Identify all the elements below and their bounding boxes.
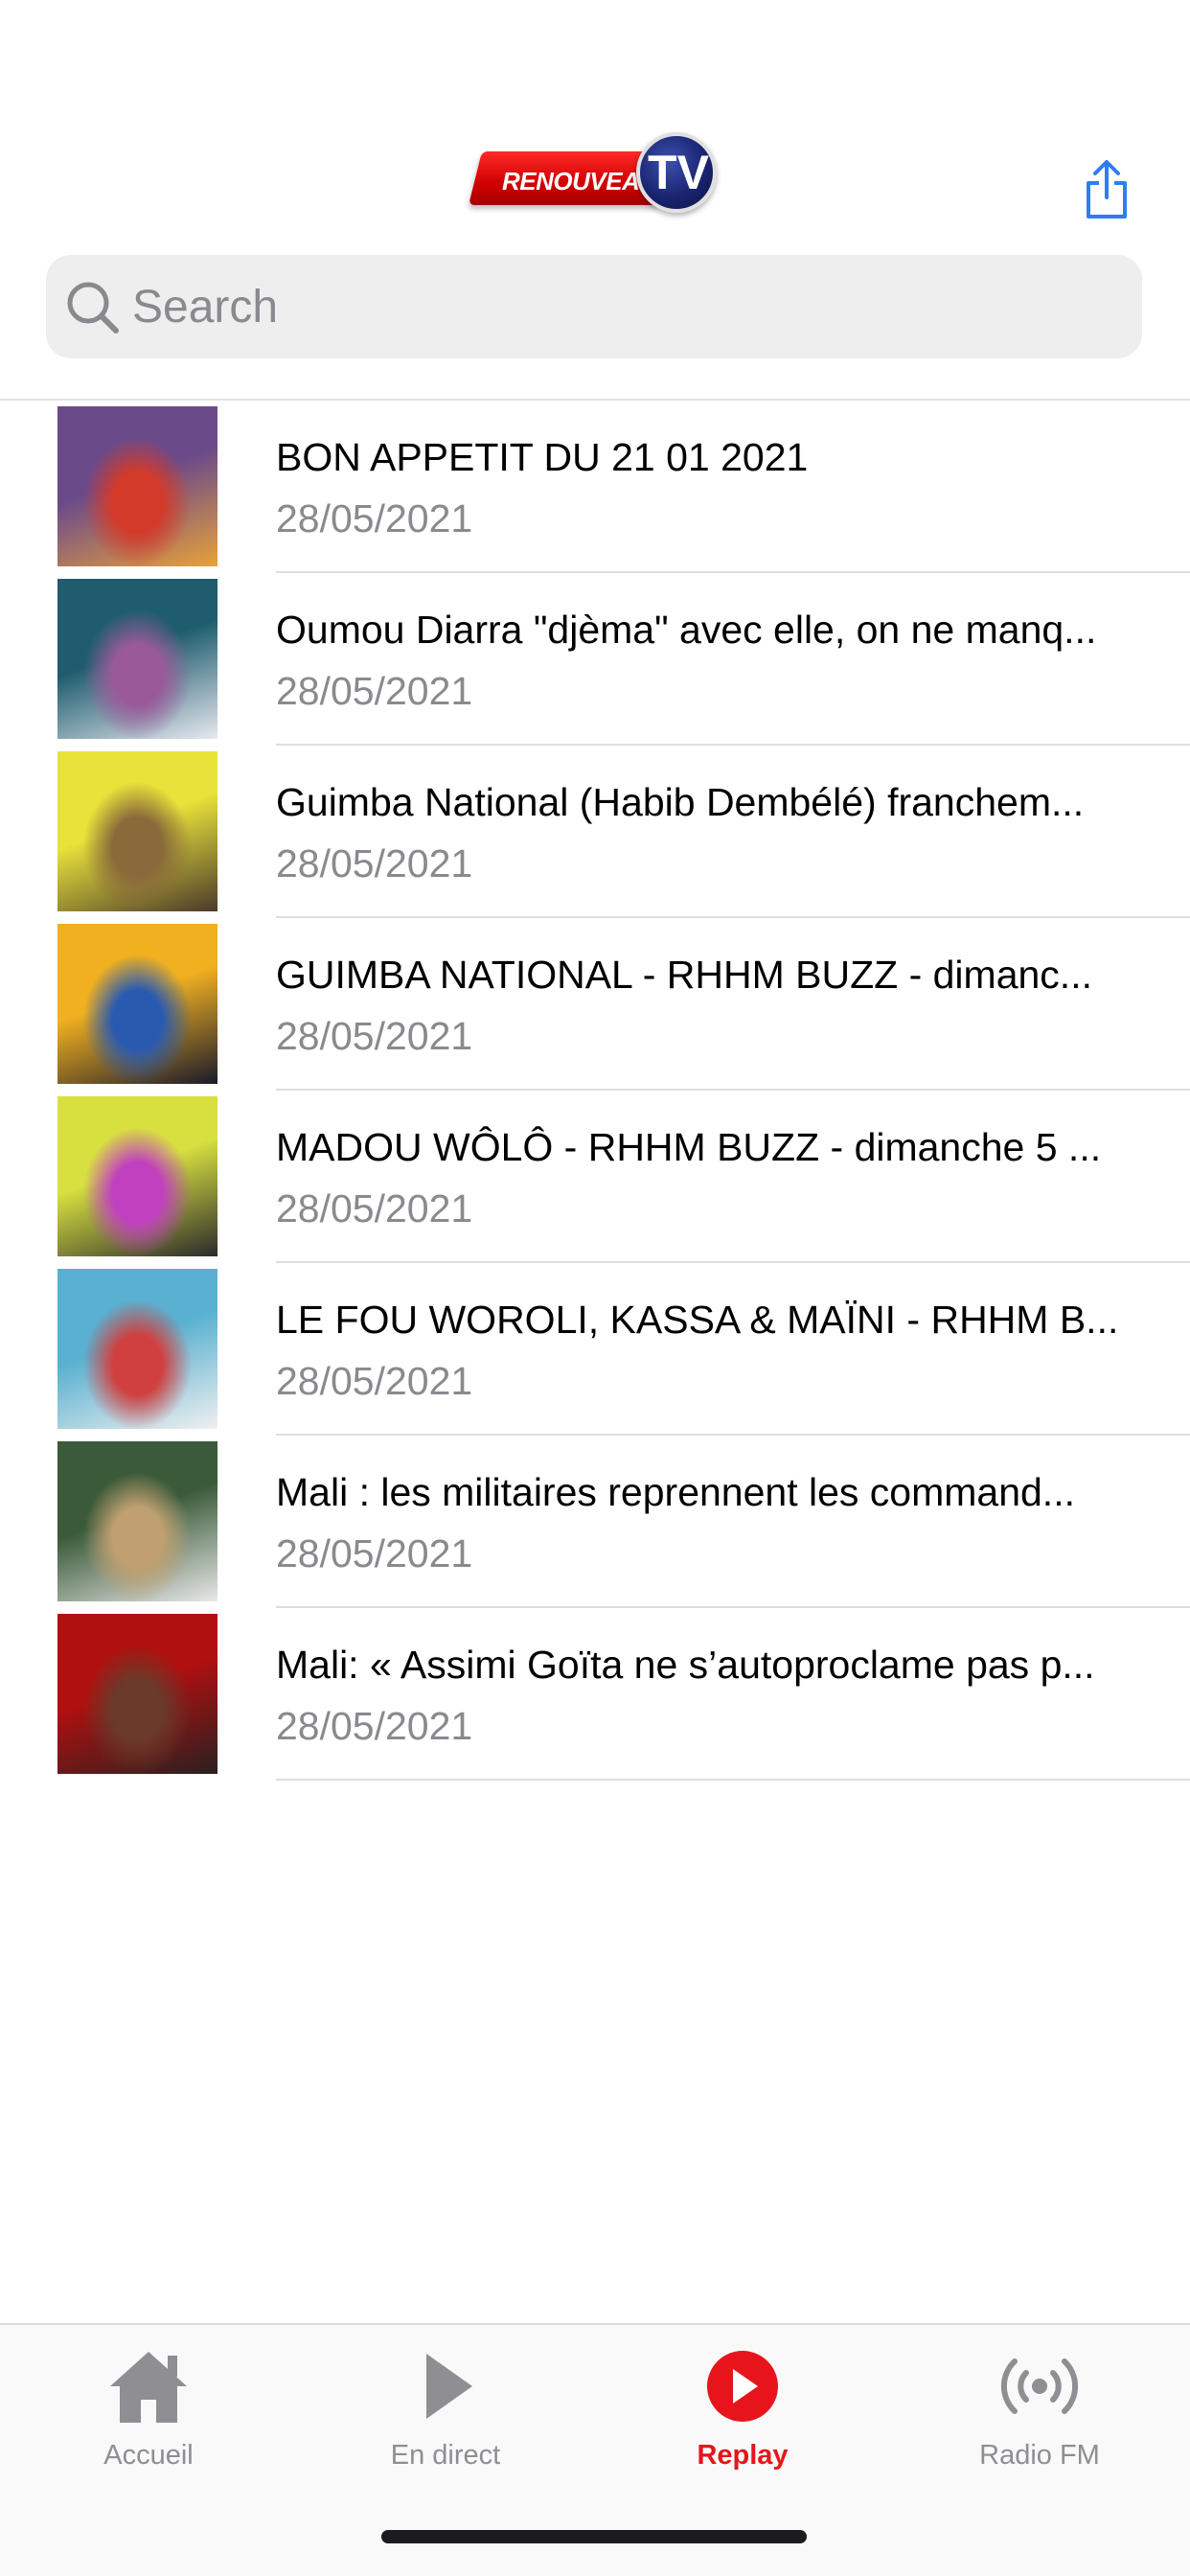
video-thumbnail [57, 1441, 217, 1601]
renouveau-tv-logo: RENOUVEAU TV [469, 132, 719, 217]
video-thumbnail [57, 924, 217, 1084]
navigation-header: RENOUVEAU TV [0, 0, 1190, 402]
item-title: Mali: « Assimi Goïta ne s’autoproclame p… [276, 1643, 1095, 1687]
item-date: 28/05/2021 [276, 669, 473, 713]
home-indicator [381, 2530, 807, 2543]
share-icon [1087, 160, 1127, 218]
video-thumbnail [57, 1096, 217, 1256]
video-thumbnail [57, 751, 217, 911]
list-item[interactable]: MADOU WÔLÔ - RHHM BUZZ - dimanche 5 ... 2… [0, 1091, 1190, 1263]
play-icon [426, 2354, 472, 2419]
video-thumbnail [57, 579, 217, 739]
list-item[interactable]: LE FOU WOROLI, KASSA & MAÏNI - RHHM B...… [0, 1263, 1190, 1436]
item-title: Mali : les militaires reprennent les com… [276, 1470, 1075, 1514]
replay-icon [707, 2351, 778, 2422]
list-item[interactable]: Guimba National (Habib Dembélé) franchem… [0, 746, 1190, 918]
item-title: MADOU WÔLÔ - RHHM BUZZ - dimanche 5 ... [276, 1125, 1102, 1169]
item-date: 28/05/2021 [276, 1359, 473, 1403]
search-bar[interactable] [46, 255, 1142, 358]
search-icon [67, 282, 119, 334]
tab-replay[interactable]: Replay [628, 2336, 858, 2480]
search-input[interactable] [132, 272, 1119, 341]
tab-label-replay: Replay [697, 2440, 789, 2471]
tab-label-radio-fm: Radio FM [979, 2440, 1100, 2471]
tab-label-en-direct: En direct [390, 2440, 501, 2471]
item-title: Oumou Diarra "djèma" avec elle, on ne ma… [276, 608, 1097, 652]
tab-en-direct[interactable]: En direct [331, 2336, 561, 2480]
replay-list: BON APPETIT DU 21 01 2021 28/05/2021 Oumou… [0, 401, 1190, 1781]
video-thumbnail [57, 406, 217, 566]
item-title: BON APPETIT DU 21 01 2021 [276, 435, 809, 479]
video-thumbnail [57, 1614, 217, 1774]
logo-badge: TV [648, 146, 709, 199]
item-date: 28/05/2021 [276, 1014, 473, 1058]
row-divider [276, 1779, 1190, 1781]
tab-radio-fm[interactable]: Radio FM [925, 2336, 1155, 2480]
list-item[interactable]: Mali : les militaires reprennent les com… [0, 1436, 1190, 1608]
item-date: 28/05/2021 [276, 1186, 473, 1230]
list-item[interactable]: Mali: « Assimi Goïta ne s’autoproclame p… [0, 1608, 1190, 1781]
share-button[interactable] [1083, 159, 1131, 220]
item-date: 28/05/2021 [276, 496, 473, 540]
radio-icon [1000, 2358, 1079, 2414]
item-title: LE FOU WOROLI, KASSA & MAÏNI - RHHM B... [276, 1298, 1119, 1342]
list-item[interactable]: BON APPETIT DU 21 01 2021 28/05/2021 [0, 401, 1190, 573]
video-thumbnail [57, 1269, 217, 1429]
tab-label-accueil: Accueil [103, 2440, 194, 2471]
item-date: 28/05/2021 [276, 841, 473, 886]
home-icon [110, 2352, 187, 2423]
item-title: GUIMBA NATIONAL - RHHM BUZZ - dimanc... [276, 953, 1092, 997]
item-date: 28/05/2021 [276, 1531, 473, 1576]
list-item[interactable]: GUIMBA NATIONAL - RHHM BUZZ - dimanc... 2… [0, 918, 1190, 1091]
logo-text: RENOUVEAU [502, 167, 657, 196]
list-item[interactable]: Oumou Diarra "djèma" avec elle, on ne ma… [0, 573, 1190, 746]
item-date: 28/05/2021 [276, 1704, 473, 1748]
tab-accueil[interactable]: Accueil [34, 2336, 263, 2480]
item-title: Guimba National (Habib Dembélé) franchem… [276, 780, 1085, 824]
